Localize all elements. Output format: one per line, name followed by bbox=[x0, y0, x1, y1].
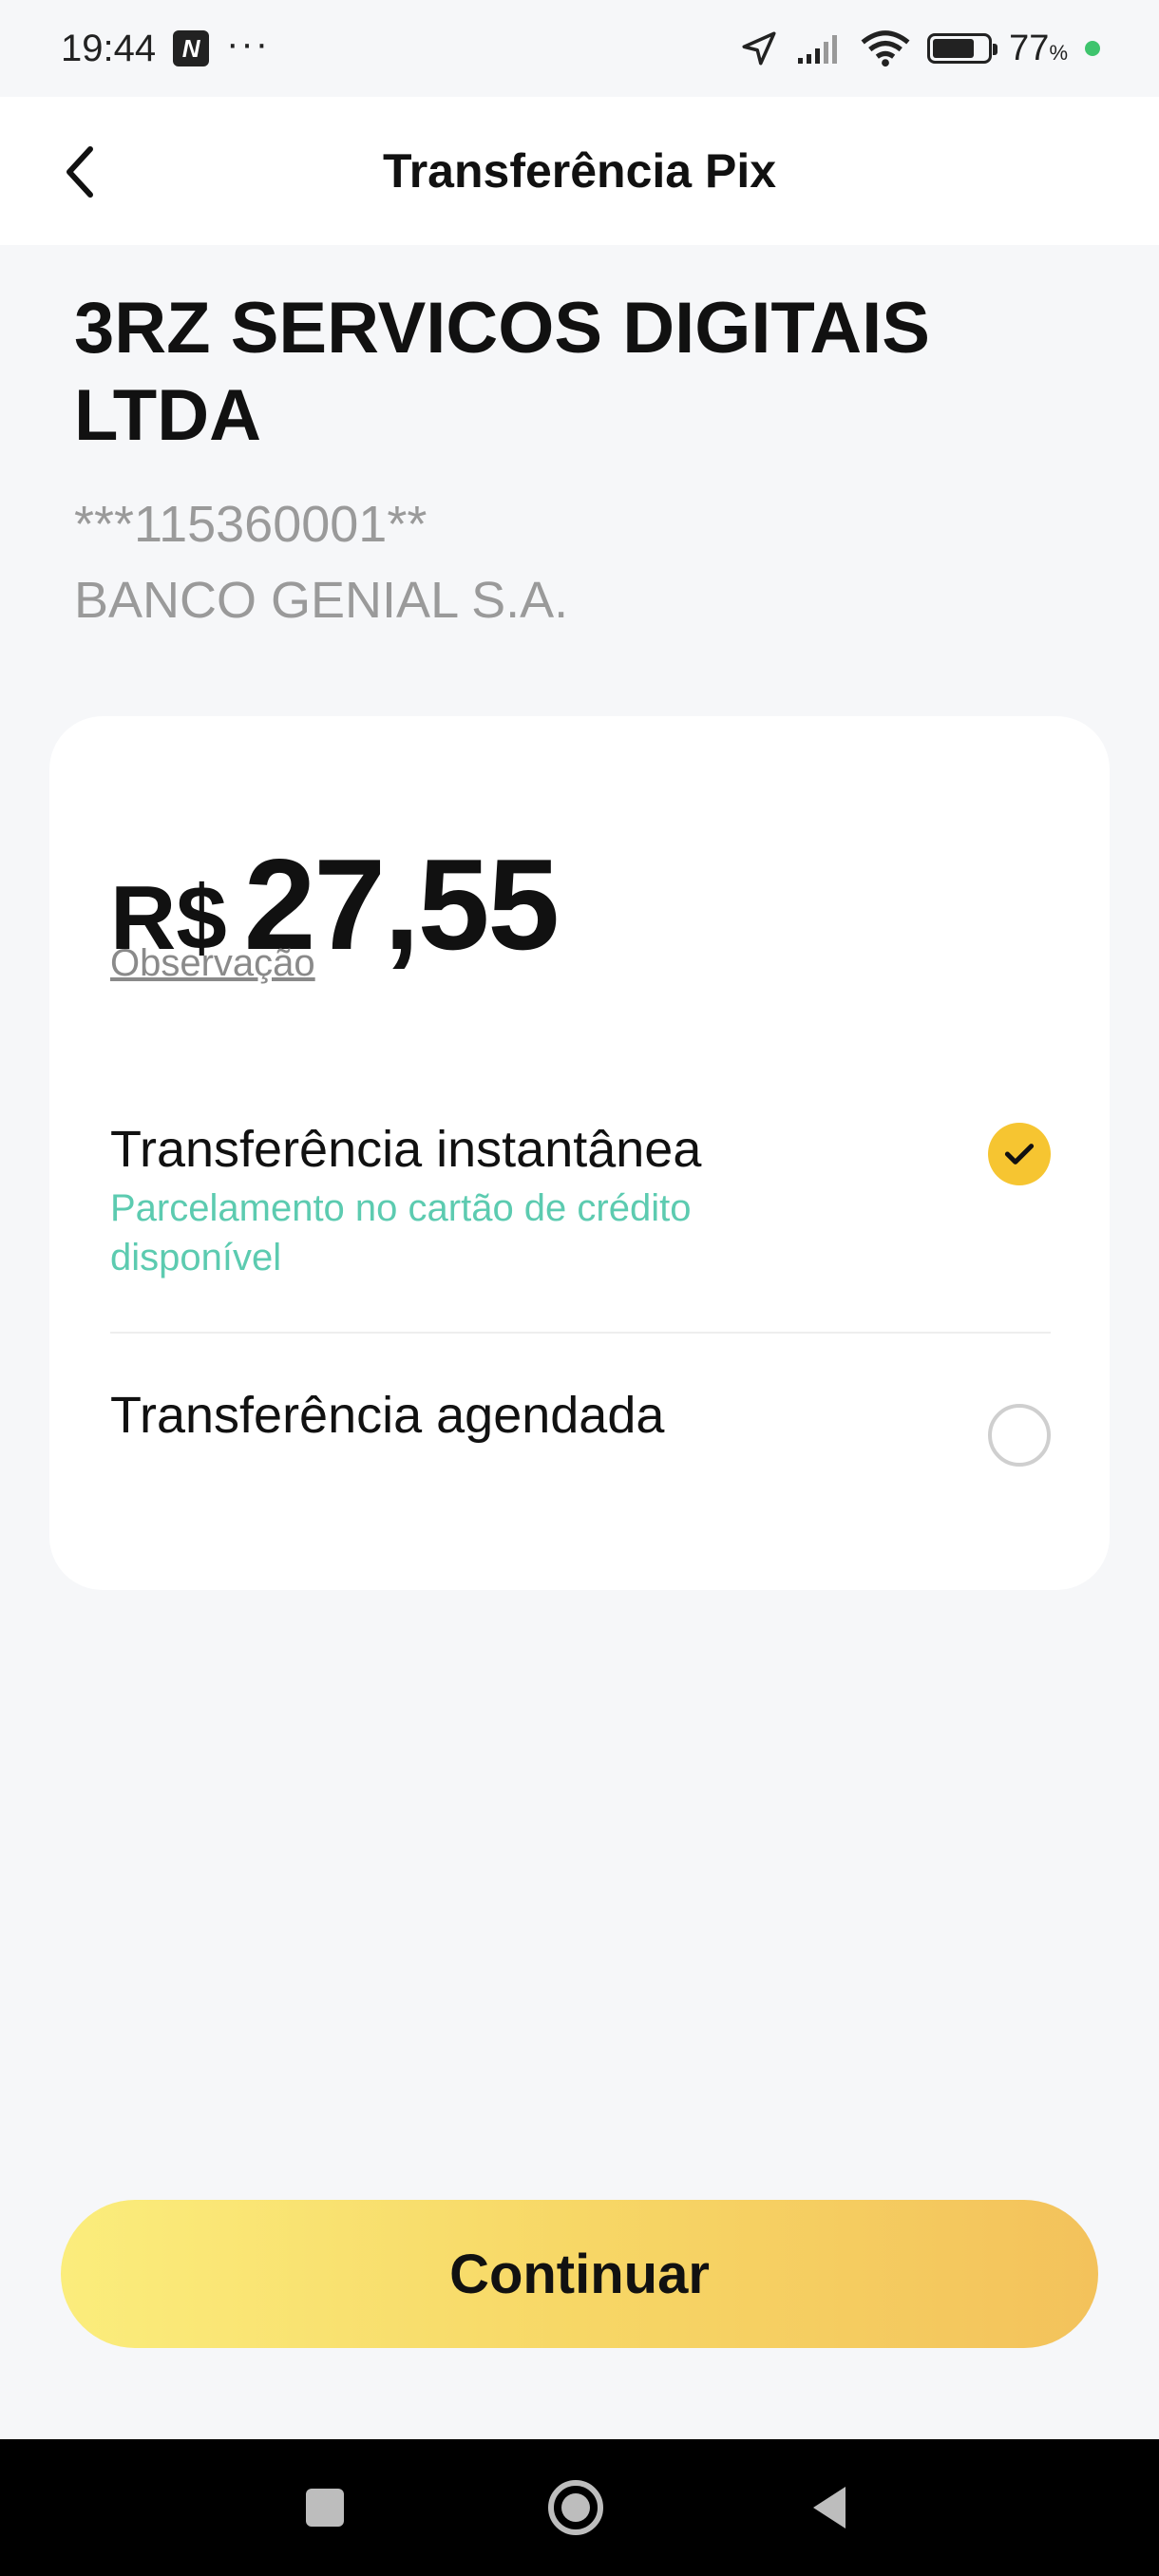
app-header: Transferência Pix bbox=[0, 97, 1159, 245]
status-left: 19:44 N ··· bbox=[61, 23, 270, 70]
page-title: Transferência Pix bbox=[382, 144, 777, 198]
status-bar: 19:44 N ··· 77% bbox=[0, 0, 1159, 97]
recipient-info: 3RZ SERVICOS DIGITAIS LTDA ***115360001*… bbox=[74, 285, 1100, 638]
signal-icon bbox=[798, 35, 838, 64]
back-button[interactable] bbox=[48, 139, 114, 205]
recent-apps-icon[interactable] bbox=[294, 2477, 355, 2538]
wifi-icon bbox=[861, 30, 910, 67]
note-link[interactable]: Observação bbox=[110, 942, 315, 985]
battery-fill bbox=[933, 39, 975, 58]
radio-selected-check[interactable] bbox=[988, 1123, 1051, 1185]
battery-percent: 77% bbox=[1009, 28, 1068, 68]
transfer-card: R$ 27,55 Observação Transferência instan… bbox=[49, 716, 1110, 1590]
continue-button[interactable]: Continuar bbox=[61, 2200, 1098, 2348]
option-instant-transfer[interactable]: Transferência instantânea Parcelamento n… bbox=[110, 1115, 1051, 1334]
option-title: Transferência instantânea bbox=[110, 1121, 702, 1178]
battery-icon bbox=[927, 33, 998, 64]
option-subtitle: Parcelamento no cartão de crédito dispon… bbox=[110, 1187, 692, 1279]
option-scheduled-transfer[interactable]: Transferência agendada bbox=[110, 1381, 1051, 1495]
status-time: 19:44 bbox=[61, 27, 157, 69]
option-title: Transferência agendada bbox=[110, 1387, 665, 1444]
radio-unselected[interactable] bbox=[988, 1404, 1051, 1467]
system-nav-bar bbox=[0, 2439, 1159, 2576]
more-notifications-icon: ··· bbox=[226, 22, 271, 65]
app-notification-icon: N bbox=[173, 30, 210, 66]
system-back-icon[interactable] bbox=[800, 2477, 861, 2538]
privacy-indicator-dot bbox=[1085, 41, 1100, 56]
recipient-document: ***115360001** bbox=[74, 496, 428, 553]
location-icon bbox=[742, 31, 776, 66]
status-right: 77% bbox=[739, 28, 1100, 69]
recipient-name: 3RZ SERVICOS DIGITAIS LTDA bbox=[74, 288, 930, 456]
checkmark-icon bbox=[1004, 1144, 1035, 1165]
chevron-left-icon bbox=[66, 146, 93, 198]
home-icon[interactable] bbox=[545, 2477, 606, 2538]
recipient-bank: BANCO GENIAL S.A. bbox=[74, 572, 569, 629]
